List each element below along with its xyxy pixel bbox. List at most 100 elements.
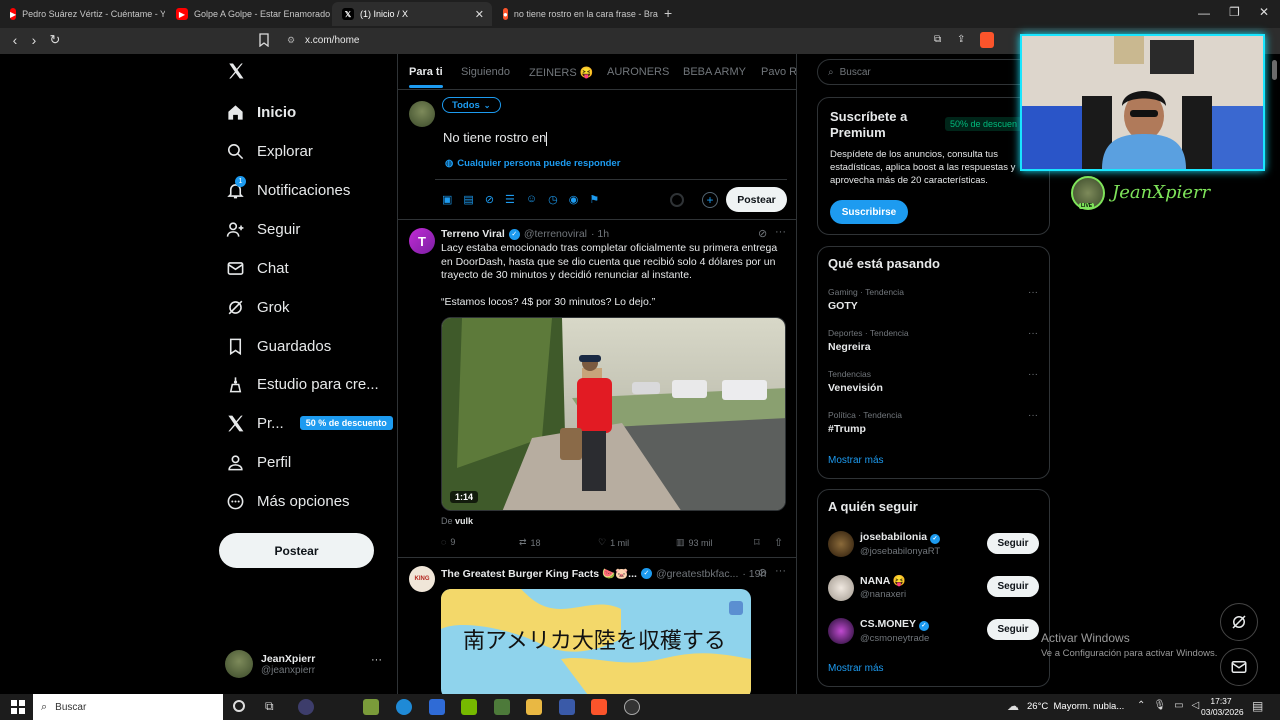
post-button[interactable]: Postear (219, 533, 374, 568)
tweet-author[interactable]: The Greatest Burger King Facts 🍉🐷... (441, 567, 637, 580)
add-thread-icon[interactable]: + (702, 192, 718, 208)
compose-textarea[interactable]: No tiene rostro en (443, 130, 548, 146)
task-view-icon[interactable]: ⧉ (265, 699, 274, 714)
brave-shields-icon[interactable] (980, 32, 994, 48)
trend-more-icon[interactable]: ··· (1028, 369, 1038, 380)
tab-siguiendo[interactable]: Siguiendo (461, 66, 510, 78)
url-field[interactable]: x.com/home (305, 35, 359, 46)
notification-center-icon[interactable]: ▤ (1252, 699, 1263, 713)
trend-item[interactable]: Gaming · Tendencia GOTY ··· (828, 287, 1038, 312)
flag-icon[interactable]: ⚑ (589, 193, 599, 206)
forward-icon[interactable]: › (25, 32, 43, 48)
restore-icon[interactable]: ❐ (1229, 5, 1240, 19)
system-tray[interactable]: ⌃ 🎙 ▭ ◁ (1137, 700, 1199, 711)
weather-text[interactable]: 26°C Mayorm. nubla... (1027, 701, 1124, 712)
tweet-handle[interactable]: @terrenoviral (524, 228, 587, 240)
obs-icon[interactable] (624, 699, 640, 715)
share-icon[interactable]: ⇪ (957, 34, 965, 45)
trend-item[interactable]: Política · Tendencia #Trump ··· (828, 410, 1038, 435)
location-icon[interactable]: ◉ (569, 193, 579, 206)
nav-item-follow[interactable]: Seguir (225, 214, 300, 244)
tweet-more-icon[interactable]: ··· (775, 565, 786, 577)
like-action[interactable]: ♡ 1 mil (598, 537, 629, 548)
nav-item-premium[interactable]: Pr... 50 % de descuento (225, 408, 393, 438)
app-icon[interactable] (559, 699, 575, 715)
minimize-icon[interactable]: — (1198, 6, 1210, 20)
trend-more-icon[interactable]: ··· (1028, 328, 1038, 339)
grok-icon[interactable]: ⊘ (758, 566, 767, 579)
emoji-icon[interactable]: ☺ (526, 193, 537, 206)
bookmark-page-icon[interactable] (258, 33, 270, 47)
trend-item[interactable]: Tendencias Venevisión ··· (828, 369, 1038, 394)
trend-item[interactable]: Deportes · Tendencia Negreira ··· (828, 328, 1038, 353)
nav-item-notifications[interactable]: 1 Notificaciones (225, 175, 350, 205)
avatar[interactable]: T (409, 228, 435, 254)
windows-start-icon[interactable] (11, 700, 25, 714)
tweet-more-icon[interactable]: ··· (775, 226, 786, 238)
gif-icon[interactable]: ▤ (463, 193, 473, 206)
tab-auroners[interactable]: AURONERS (607, 66, 669, 78)
audience-selector[interactable]: Todos ⌄ (442, 97, 501, 113)
avatar[interactable] (828, 618, 854, 644)
tab-para-ti[interactable]: Para ti (409, 66, 443, 78)
mail-app-icon[interactable] (429, 699, 445, 715)
nav-item-grok[interactable]: Grok (225, 292, 290, 322)
grok-icon[interactable]: ⊘ (758, 227, 767, 240)
taskbar-search[interactable]: ⌕ Buscar (33, 694, 223, 720)
follow-suggestion[interactable]: josebabilonia ✓ @josebabilonyaRT (860, 531, 940, 557)
site-info-icon[interactable]: ⚙ (287, 35, 295, 46)
follow-suggestion[interactable]: NANA 😝 @nanaxeri (860, 574, 906, 600)
follow-button[interactable]: Seguir (987, 533, 1039, 554)
reply-action[interactable]: ◌ 9 (441, 537, 455, 547)
open-external-icon[interactable]: ⧉ (934, 34, 941, 45)
follow-button[interactable]: Seguir (987, 619, 1039, 640)
edge-icon[interactable] (396, 699, 412, 715)
nav-item-profile[interactable]: Perfil (225, 447, 291, 477)
subscribe-button[interactable]: Suscribirse (830, 200, 908, 224)
scrollbar[interactable] (1272, 60, 1277, 80)
browser-tab[interactable]: ▶ Pedro Suárez Vértiz - Cuéntame - You (0, 2, 165, 26)
x-logo-icon[interactable] (227, 62, 245, 80)
close-tab-icon[interactable]: ✕ (475, 8, 484, 21)
clock[interactable]: 17:37 03/03/2026 (1201, 696, 1244, 718)
new-tab-icon[interactable]: + (664, 5, 672, 21)
messages-floating-button[interactable] (1220, 648, 1258, 686)
store-icon[interactable] (363, 699, 379, 715)
share-icon[interactable]: ⇧ (774, 536, 783, 549)
browser-tab[interactable]: ▶ Golpe A Golpe - Estar Enamorado (166, 2, 331, 26)
nav-item-studio[interactable]: Estudio para cre... (225, 369, 379, 399)
retweet-action[interactable]: ⇄ 18 (519, 537, 541, 548)
trends-show-more[interactable]: Mostrar más (828, 455, 884, 466)
tab-pavo[interactable]: Pavo Ra (761, 66, 796, 78)
tweet-image[interactable]: 南アメリカ大陸を収穫する (441, 589, 751, 694)
poll-icon[interactable]: ☰ (505, 193, 515, 206)
grok-floating-button[interactable] (1220, 603, 1258, 641)
follow-button[interactable]: Seguir (987, 576, 1039, 597)
browser-tab[interactable]: ● no tiene rostro en la cara frase - Bra… (493, 2, 658, 26)
follow-suggestion[interactable]: CS.MONEY ✓ @csmoneytrade (860, 618, 929, 644)
nav-item-home[interactable]: Inicio (225, 97, 296, 127)
search-box[interactable]: ⌕ Buscar (817, 59, 1050, 85)
avatar[interactable] (828, 531, 854, 557)
tweet-time[interactable]: · 1h (591, 228, 609, 240)
avatar[interactable] (828, 575, 854, 601)
browser-tab-active[interactable]: 𝕏 (1) Inicio / X ✕ (332, 2, 492, 26)
grok-icon[interactable]: ⊘ (485, 193, 494, 206)
app-icon[interactable] (298, 699, 314, 715)
nav-item-chat[interactable]: Chat (225, 253, 289, 283)
reply-setting[interactable]: ◍ Cualquier persona puede responder (445, 158, 620, 169)
cortana-icon[interactable] (233, 700, 245, 712)
account-switcher[interactable]: JeanXpierr @jeanxpierr ··· (225, 648, 390, 680)
trend-more-icon[interactable]: ··· (1028, 410, 1038, 421)
nav-item-bookmarks[interactable]: Guardados (225, 331, 331, 361)
tweet-video[interactable]: 1:14 (441, 317, 786, 511)
avatar[interactable]: KING (409, 566, 435, 592)
schedule-icon[interactable]: ◷ (548, 193, 558, 206)
nav-item-more[interactable]: Más opciones (225, 486, 350, 516)
tweet-handle[interactable]: @greatestbkfac... (656, 568, 738, 580)
views-action[interactable]: ▥ 93 mil (676, 537, 713, 548)
media-icon[interactable]: ▣ (442, 193, 452, 206)
close-window-icon[interactable]: ✕ (1259, 5, 1269, 19)
tab-zeiners[interactable]: ZEINERS 😝 (529, 66, 593, 79)
app-icon[interactable] (494, 699, 510, 715)
